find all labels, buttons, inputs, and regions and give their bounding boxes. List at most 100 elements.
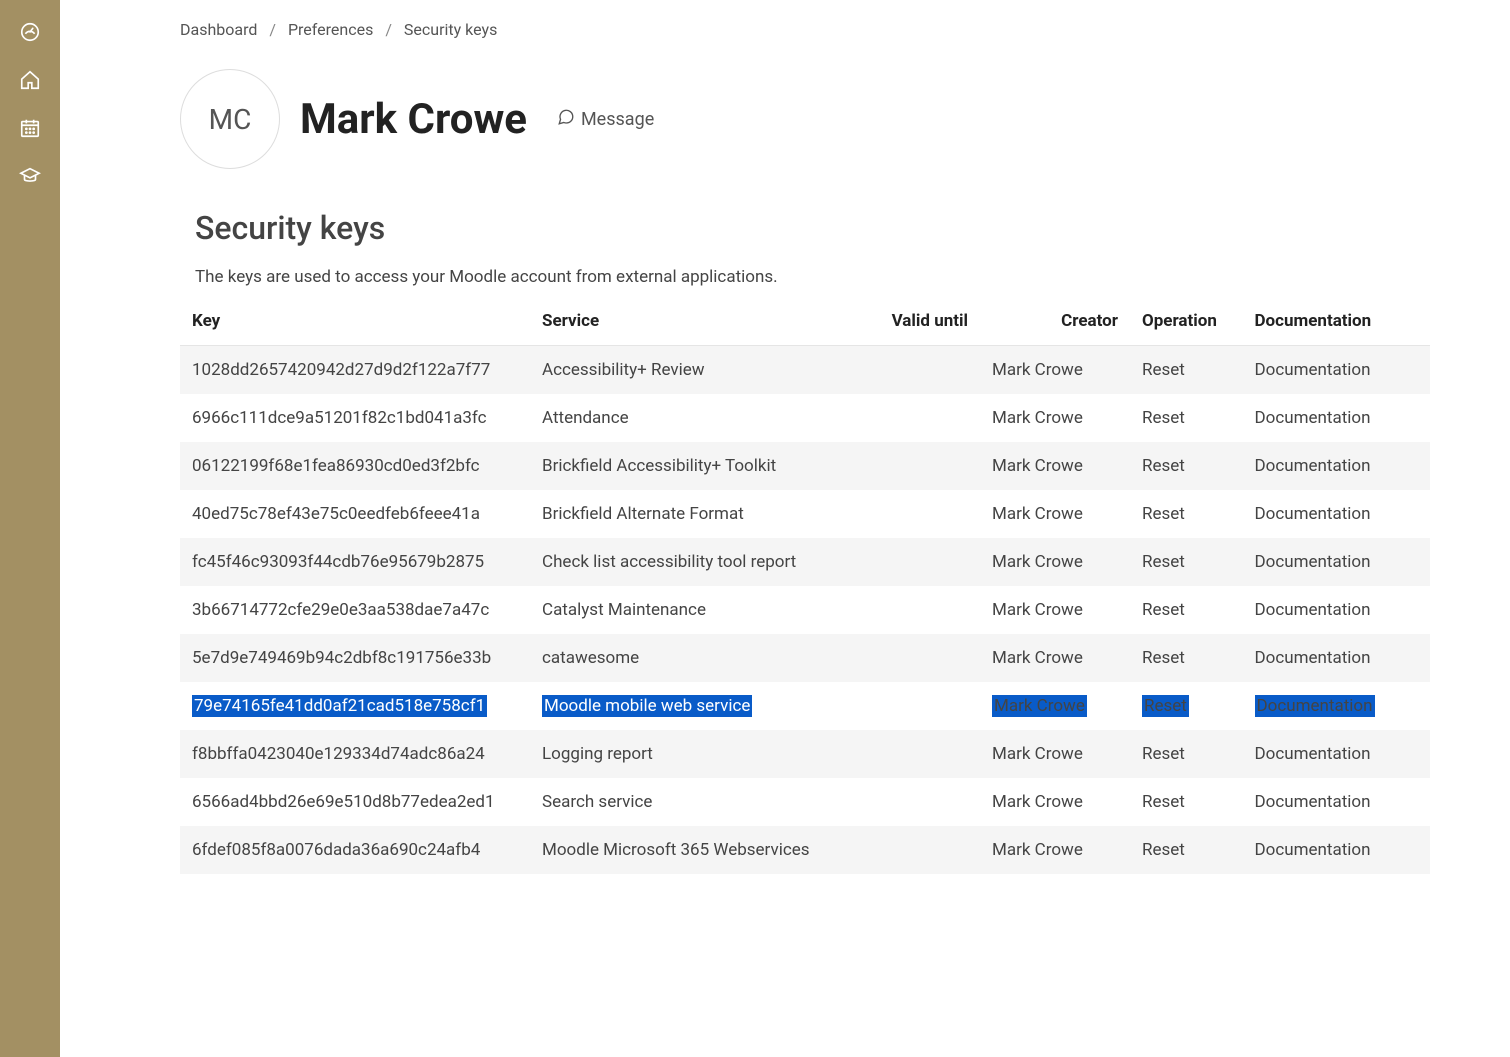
message-button[interactable]: Message <box>557 108 654 131</box>
cell-key: 5e7d9e749469b94c2dbf8c191756e33b <box>180 634 530 682</box>
dashboard-icon[interactable] <box>18 20 42 44</box>
cell-creator-link[interactable]: Mark Crowe <box>992 552 1083 572</box>
cell-operation-link[interactable]: Reset <box>1142 600 1185 620</box>
cell-operation-link[interactable]: Reset <box>1142 744 1185 764</box>
cell-key: 40ed75c78ef43e75c0eedfeb6feee41a <box>180 490 530 538</box>
table-row: 6fdef085f8a0076dada36a690c24afb4 Moodle M… <box>180 826 1430 874</box>
cell-valid-until <box>855 346 980 395</box>
cell-documentation-link[interactable]: Documentation <box>1255 648 1371 668</box>
cell-key: 3b66714772cfe29e0e3aa538dae7a47c <box>180 586 530 634</box>
cell-key: 6566ad4bbd26e69e510d8b77edea2ed1 <box>180 778 530 826</box>
security-keys-table: Key Service Valid until Creator Operatio… <box>180 297 1430 874</box>
header-service: Service <box>530 297 855 346</box>
cell-key: 06122199f68e1fea86930cd0ed3f2bfc <box>180 442 530 490</box>
cell-operation-link[interactable]: Reset <box>1142 408 1185 428</box>
cell-valid-until <box>855 490 980 538</box>
cell-service: Moodle mobile web service <box>530 682 855 730</box>
cell-operation-link[interactable]: Reset <box>1142 552 1185 572</box>
page-description: The keys are used to access your Moodle … <box>180 267 1430 287</box>
cell-key-text: fc45f46c93093f44cdb76e95679b2875 <box>192 552 484 572</box>
cell-service: Logging report <box>530 730 855 778</box>
cell-operation-link[interactable]: Reset <box>1142 504 1185 524</box>
cell-documentation-link[interactable]: Documentation <box>1255 552 1371 572</box>
cell-documentation: Documentation <box>1243 538 1431 586</box>
avatar[interactable]: MC <box>180 69 280 169</box>
home-icon[interactable] <box>18 68 42 92</box>
cell-documentation: Documentation <box>1243 442 1431 490</box>
cell-documentation: Documentation <box>1243 394 1431 442</box>
cell-documentation-link[interactable]: Documentation <box>1255 744 1371 764</box>
cell-service: Attendance <box>530 394 855 442</box>
cell-creator-link[interactable]: Mark Crowe <box>992 695 1087 717</box>
cell-documentation: Documentation <box>1243 730 1431 778</box>
breadcrumb-preferences[interactable]: Preferences <box>288 20 373 39</box>
cell-operation: Reset <box>1130 538 1243 586</box>
main-content: Dashboard / Preferences / Security keys … <box>60 0 1460 1057</box>
cell-documentation: Documentation <box>1243 586 1431 634</box>
cell-creator: Mark Crowe <box>980 682 1130 730</box>
table-row: 1028dd2657420942d27d9d2f122a7f77 Accessib… <box>180 346 1430 395</box>
cell-service: Catalyst Maintenance <box>530 586 855 634</box>
cell-operation: Reset <box>1130 490 1243 538</box>
header-key: Key <box>180 297 530 346</box>
breadcrumb: Dashboard / Preferences / Security keys <box>180 20 1430 39</box>
table-row: fc45f46c93093f44cdb76e95679b2875 Check li… <box>180 538 1430 586</box>
cell-creator-link[interactable]: Mark Crowe <box>992 744 1083 764</box>
cell-service: Check list accessibility tool report <box>530 538 855 586</box>
header-operation: Operation <box>1130 297 1243 346</box>
cell-operation-link[interactable]: Reset <box>1142 695 1189 717</box>
cell-service-text: Moodle Microsoft 365 Webservices <box>542 840 810 860</box>
cell-documentation-link[interactable]: Documentation <box>1255 360 1371 380</box>
cell-documentation-link[interactable]: Documentation <box>1255 695 1375 717</box>
cell-valid-until <box>855 730 980 778</box>
cell-creator: Mark Crowe <box>980 586 1130 634</box>
cell-operation-link[interactable]: Reset <box>1142 840 1185 860</box>
profile-header: MC Mark Crowe Message <box>180 69 1430 169</box>
cell-creator: Mark Crowe <box>980 490 1130 538</box>
cell-documentation-link[interactable]: Documentation <box>1255 600 1371 620</box>
cell-documentation: Documentation <box>1243 346 1431 395</box>
graduation-icon[interactable] <box>18 164 42 188</box>
cell-operation-link[interactable]: Reset <box>1142 456 1185 476</box>
breadcrumb-separator: / <box>385 20 392 39</box>
table-row: 6566ad4bbd26e69e510d8b77edea2ed1 Search s… <box>180 778 1430 826</box>
cell-service-text: Catalyst Maintenance <box>542 600 706 620</box>
cell-operation: Reset <box>1130 826 1243 874</box>
cell-documentation-link[interactable]: Documentation <box>1255 840 1371 860</box>
cell-service-text: Search service <box>542 792 652 812</box>
cell-key-text: 6566ad4bbd26e69e510d8b77edea2ed1 <box>192 792 495 812</box>
table-row: 79e74165fe41dd0af21cad518e758cf1Moodle m… <box>180 682 1430 730</box>
profile-name: Mark Crowe <box>300 95 527 144</box>
cell-key-text: 1028dd2657420942d27d9d2f122a7f77 <box>192 360 490 380</box>
cell-creator-link[interactable]: Mark Crowe <box>992 648 1083 668</box>
message-label: Message <box>581 109 654 130</box>
sidebar <box>0 0 60 1057</box>
cell-key: 6966c111dce9a51201f82c1bd041a3fc <box>180 394 530 442</box>
cell-creator: Mark Crowe <box>980 634 1130 682</box>
cell-operation: Reset <box>1130 634 1243 682</box>
cell-creator-link[interactable]: Mark Crowe <box>992 792 1083 812</box>
cell-creator-link[interactable]: Mark Crowe <box>992 456 1083 476</box>
cell-operation-link[interactable]: Reset <box>1142 792 1185 812</box>
cell-documentation-link[interactable]: Documentation <box>1255 792 1371 812</box>
cell-key: 6fdef085f8a0076dada36a690c24afb4 <box>180 826 530 874</box>
cell-operation: Reset <box>1130 442 1243 490</box>
cell-operation-link[interactable]: Reset <box>1142 360 1185 380</box>
cell-creator-link[interactable]: Mark Crowe <box>992 408 1083 428</box>
cell-operation-link[interactable]: Reset <box>1142 648 1185 668</box>
breadcrumb-dashboard[interactable]: Dashboard <box>180 20 257 39</box>
cell-documentation-link[interactable]: Documentation <box>1255 456 1371 476</box>
cell-documentation-link[interactable]: Documentation <box>1255 408 1371 428</box>
cell-operation: Reset <box>1130 586 1243 634</box>
cell-documentation-link[interactable]: Documentation <box>1255 504 1371 524</box>
cell-creator-link[interactable]: Mark Crowe <box>992 504 1083 524</box>
cell-creator-link[interactable]: Mark Crowe <box>992 360 1083 380</box>
breadcrumb-separator: / <box>269 20 276 39</box>
cell-service: Accessibility+ Review <box>530 346 855 395</box>
cell-service-text: Accessibility+ Review <box>542 360 705 380</box>
cell-valid-until <box>855 682 980 730</box>
cell-creator-link[interactable]: Mark Crowe <box>992 840 1083 860</box>
cell-key-text: 06122199f68e1fea86930cd0ed3f2bfc <box>192 456 480 476</box>
calendar-icon[interactable] <box>18 116 42 140</box>
cell-creator-link[interactable]: Mark Crowe <box>992 600 1083 620</box>
